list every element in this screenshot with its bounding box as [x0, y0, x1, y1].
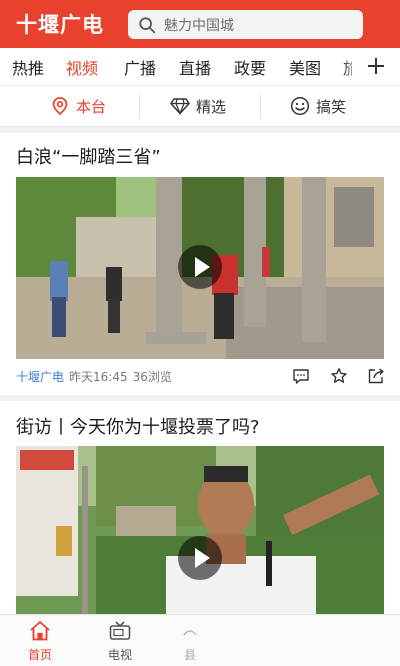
- nav-home[interactable]: 首页: [10, 619, 70, 663]
- bottom-nav: 首页 电视 县: [0, 614, 400, 666]
- tab-politics[interactable]: 政要: [234, 55, 266, 79]
- video-thumbnail[interactable]: [16, 177, 384, 359]
- tab-radio[interactable]: 广播: [124, 55, 156, 79]
- tab-video[interactable]: 视频: [66, 55, 98, 79]
- smiley-icon: [290, 96, 310, 116]
- tab-hot[interactable]: 热推: [12, 55, 44, 79]
- home-icon: [30, 621, 50, 641]
- article-views: 36浏览: [132, 370, 172, 384]
- tv-icon: [109, 621, 131, 640]
- diamond-icon: [170, 98, 190, 116]
- subtab-featured[interactable]: 精选: [170, 86, 226, 126]
- nav-tv-label: 电视: [107, 648, 132, 662]
- play-icon[interactable]: [178, 536, 222, 580]
- play-icon[interactable]: [178, 245, 222, 289]
- subtab-funny[interactable]: 搞笑: [290, 86, 346, 126]
- share-icon[interactable]: [367, 367, 385, 385]
- sub-tabs: 本台 精选 搞笑: [0, 85, 400, 127]
- nav-tv[interactable]: 电视: [90, 619, 150, 663]
- subtab-local-label: 本台: [76, 97, 107, 116]
- video-scene-image: [16, 446, 384, 614]
- divider: [139, 95, 140, 119]
- video-thumbnail[interactable]: [16, 446, 384, 614]
- article-title[interactable]: 白浪“一脚踏三省”: [16, 143, 161, 169]
- add-category-icon[interactable]: [365, 53, 387, 79]
- search-placeholder: 魅力中国城: [164, 17, 234, 34]
- subtab-local[interactable]: 本台: [50, 86, 106, 126]
- location-pin-icon: [52, 97, 68, 116]
- subtab-funny-label: 搞笑: [316, 97, 347, 116]
- article-meta: 十堰广电 昨天16:45 36浏览: [16, 368, 172, 385]
- nav-fade-overlay: [150, 615, 400, 666]
- article-source[interactable]: 十堰广电: [16, 368, 64, 385]
- tab-gallery[interactable]: 美图: [289, 55, 321, 79]
- tabs-fade: [342, 48, 362, 85]
- subtab-featured-label: 精选: [196, 97, 227, 116]
- comment-icon[interactable]: [292, 367, 310, 385]
- tab-live[interactable]: 直播: [179, 55, 211, 79]
- search-icon: [139, 16, 156, 33]
- article-time: 昨天16:45: [69, 370, 128, 384]
- nav-home-label: 首页: [27, 648, 52, 662]
- app-header: 十堰广电 魅力中国城: [0, 0, 400, 48]
- search-bar[interactable]: 魅力中国城: [128, 10, 363, 39]
- section-gap: [0, 127, 400, 133]
- star-icon[interactable]: [330, 367, 348, 385]
- divider: [260, 95, 261, 119]
- category-tabs: 热推 视频 广播 直播 政要 美图 旅: [0, 48, 400, 85]
- article-title[interactable]: 街访丨今天你为十堰投票了吗?: [16, 413, 260, 439]
- section-gap: [0, 395, 400, 401]
- app-logo: 十堰广电: [16, 13, 104, 37]
